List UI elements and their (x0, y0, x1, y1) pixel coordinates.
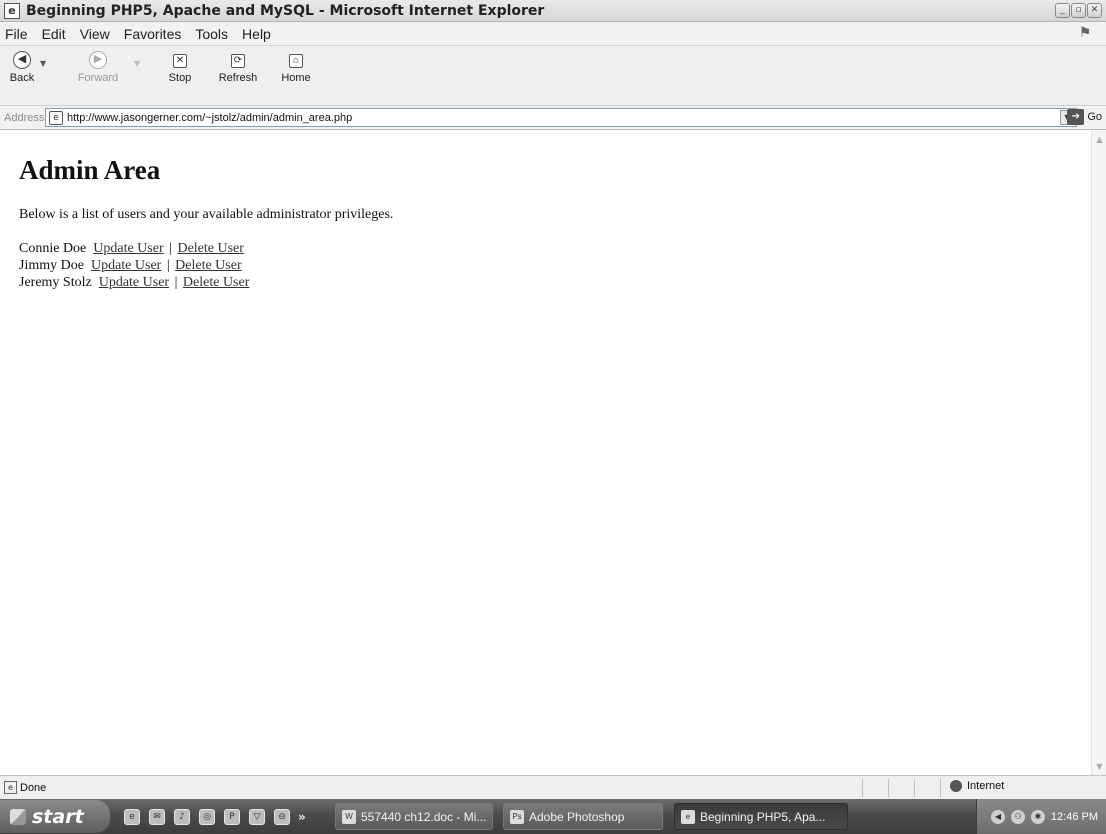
status-divider (888, 779, 889, 797)
go-label: Go (1087, 111, 1102, 123)
delete-user-link[interactable]: Delete User (177, 241, 243, 256)
user-row: Connie Doe Update User | Delete User (19, 240, 1091, 257)
address-label: Address (4, 111, 45, 124)
vertical-scrollbar[interactable]: ▲ ▼ (1091, 131, 1106, 775)
status-text: Done (20, 781, 47, 794)
status-bar: e Done Internet (0, 775, 1106, 799)
user-name: Jeremy Stolz (19, 275, 92, 290)
close-icon[interactable]: ✕ (1087, 3, 1102, 18)
maximize-icon[interactable]: ▫ (1071, 3, 1086, 18)
address-input[interactable]: e http://www.jasongerner.com/~jstolz/adm… (45, 108, 1077, 127)
page-icon: e (49, 110, 63, 125)
scroll-down-icon[interactable]: ▼ (1093, 760, 1106, 773)
quicklaunch-overflow-icon[interactable]: » (298, 810, 306, 824)
start-button[interactable]: start (0, 800, 110, 833)
task-label: 557440 ch12.doc - Mi... (361, 809, 487, 824)
status-divider (862, 779, 863, 797)
home-icon: ⌂ (289, 54, 303, 68)
quick-launch: e ✉ ♪ ◎ P ▽ ⊖ (124, 808, 290, 825)
task-label: Beginning PHP5, Apa... (700, 809, 826, 824)
windows-logo-icon: ⚑ (1078, 25, 1092, 41)
minimize-icon[interactable]: _ (1055, 3, 1070, 18)
taskbar-button-ie[interactable]: e Beginning PHP5, Apa... (674, 803, 848, 830)
status-page-icon: e (4, 781, 17, 794)
taskbar: start e ✉ ♪ ◎ P ▽ ⊖ » W 557440 ch12.doc … (0, 799, 1106, 834)
address-url[interactable]: http://www.jasongerner.com/~jstolz/admin… (67, 112, 352, 124)
link-separator: | (174, 275, 178, 290)
security-zone: Internet (950, 780, 1004, 792)
window-controls: _ ▫ ✕ (1055, 3, 1102, 18)
scroll-up-icon[interactable]: ▲ (1093, 133, 1106, 146)
user-name: Jimmy Doe (19, 258, 84, 273)
media-quicklaunch-icon[interactable]: ♪ (174, 808, 190, 825)
back-dropdown-icon[interactable]: ▼ (40, 59, 46, 68)
zone-label: Internet (967, 780, 1005, 792)
start-label: start (32, 805, 84, 828)
user-row: Jeremy Stolz Update User | Delete User (19, 274, 1091, 291)
forward-button[interactable]: ▶ Forward (75, 51, 121, 84)
page-heading: Admin Area (19, 155, 161, 185)
stop-label: Stop (168, 72, 192, 84)
menu-help[interactable]: Help (242, 26, 271, 42)
filter-quicklaunch-icon[interactable]: ▽ (249, 808, 265, 825)
back-label: Back (9, 72, 35, 84)
window-title: Beginning PHP5, Apache and MySQL - Micro… (26, 2, 545, 19)
taskbar-button-word[interactable]: W 557440 ch12.doc - Mi... (335, 803, 493, 830)
refresh-button[interactable]: ⟳ Refresh (216, 51, 260, 84)
forward-arrow-icon: ▶ (89, 51, 107, 69)
user-row: Jimmy Doe Update User | Delete User (19, 257, 1091, 274)
tray-network-icon[interactable]: ⚇ (1010, 809, 1025, 824)
menu-file[interactable]: File (5, 26, 28, 42)
ie-window-icon: e (681, 809, 695, 824)
ie-quicklaunch-icon[interactable]: e (124, 808, 140, 825)
forward-dropdown-icon[interactable]: ▼ (134, 59, 140, 68)
go-arrow-icon: ➔ (1067, 109, 1085, 125)
address-bar: Address e http://www.jasongerner.com/~js… (0, 106, 1106, 130)
word-doc-icon: W (342, 809, 356, 824)
internet-globe-icon (950, 780, 962, 792)
photoshop-icon: Ps (510, 809, 524, 824)
delete-user-link[interactable]: Delete User (183, 275, 249, 290)
link-separator: | (166, 258, 170, 273)
refresh-icon: ⟳ (231, 54, 245, 68)
ie-page-icon: e (4, 2, 20, 19)
update-user-link[interactable]: Update User (91, 258, 161, 273)
title-bar: e Beginning PHP5, Apache and MySQL - Mic… (0, 0, 1106, 22)
system-tray: ◀ ⚇ ✱ 12:46 PM (976, 799, 1106, 834)
outlook-quicklaunch-icon[interactable]: ✉ (149, 808, 165, 825)
menu-tools[interactable]: Tools (195, 26, 228, 42)
app-quicklaunch-icon[interactable]: ◎ (199, 808, 215, 825)
taskbar-button-photoshop[interactable]: Ps Adobe Photoshop (503, 803, 663, 830)
link-separator: | (169, 241, 172, 256)
home-label: Home (281, 72, 311, 84)
page-content: Admin Area Below is a list of users and … (0, 131, 1091, 775)
intro-text: Below is a list of users and your availa… (19, 207, 394, 222)
stop-icon: ✕ (173, 54, 187, 68)
update-user-link[interactable]: Update User (99, 275, 169, 290)
tray-icon-1[interactable]: ◀ (990, 809, 1005, 824)
task-label: Adobe Photoshop (529, 809, 625, 824)
stop-button[interactable]: ✕ Stop (165, 51, 195, 84)
globe-quicklaunch-icon[interactable]: ⊖ (274, 808, 290, 825)
menu-favorites[interactable]: Favorites (124, 26, 182, 42)
home-button[interactable]: ⌂ Home (279, 51, 313, 84)
menu-bar: File Edit View Favorites Tools Help ⚑ (0, 22, 1106, 46)
go-button[interactable]: ➔ Go (1067, 109, 1102, 125)
photoshop-quicklaunch-icon[interactable]: P (224, 808, 240, 825)
status-divider (940, 779, 941, 797)
refresh-label: Refresh (218, 72, 258, 84)
toolbar: ◀ Back ▼ ▶ Forward ▼ ✕ Stop ⟳ Refresh ⌂ … (0, 46, 1106, 106)
update-user-link[interactable]: Update User (93, 241, 163, 256)
user-name: Connie Doe (19, 241, 87, 256)
delete-user-link[interactable]: Delete User (175, 258, 241, 273)
windows-flag-icon (10, 808, 26, 825)
status-divider (914, 779, 915, 797)
clock: 12:46 PM (1050, 810, 1098, 823)
back-arrow-icon: ◀ (13, 51, 31, 69)
forward-label: Forward (77, 72, 119, 84)
tray-security-icon[interactable]: ✱ (1030, 809, 1045, 824)
menu-edit[interactable]: Edit (42, 26, 66, 42)
back-button[interactable]: ◀ Back (7, 51, 37, 84)
menu-view[interactable]: View (80, 26, 110, 42)
